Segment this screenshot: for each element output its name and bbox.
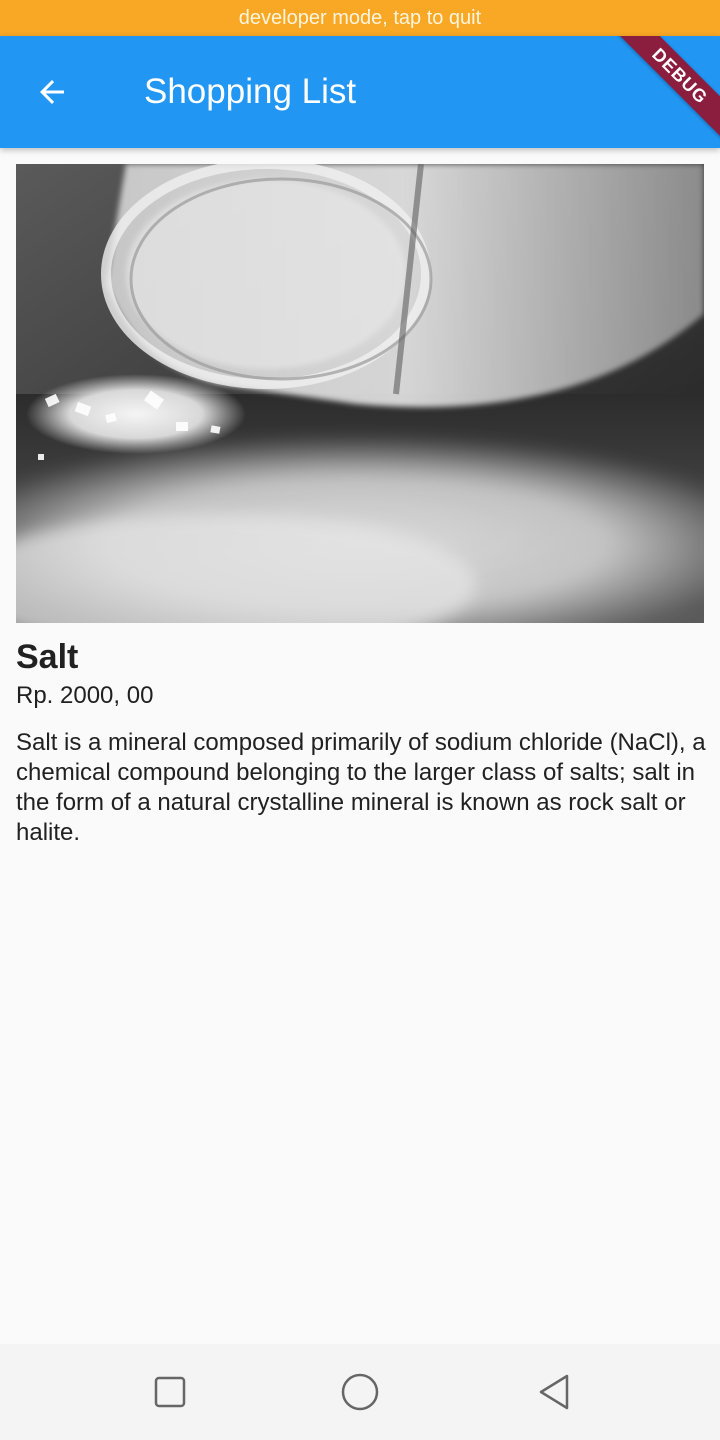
product-name: Salt [16,638,79,676]
product-image [16,164,704,623]
square-icon [154,1376,186,1408]
system-nav-bar [0,1344,720,1440]
product-price: Rp. 2000, 00 [16,682,154,709]
nav-back-button[interactable] [526,1364,582,1420]
back-button[interactable] [24,64,80,120]
screen: developer mode, tap to quit Shopping Lis… [0,0,720,1440]
arrow-back-icon [40,80,64,104]
app-bar: Shopping List DEBUG [0,36,720,148]
developer-mode-banner[interactable]: developer mode, tap to quit [0,0,720,36]
product-description: Salt is a mineral composed primarily of … [16,729,706,846]
triangle-back-icon [539,1374,569,1410]
developer-mode-text: developer mode, tap to quit [238,6,482,29]
recents-button[interactable] [142,1364,198,1420]
salt-jar-image [16,164,704,623]
page-title: Shopping List [144,72,357,111]
debug-ribbon: DEBUG [599,36,720,148]
home-button[interactable] [332,1364,388,1420]
circle-icon [341,1373,379,1411]
